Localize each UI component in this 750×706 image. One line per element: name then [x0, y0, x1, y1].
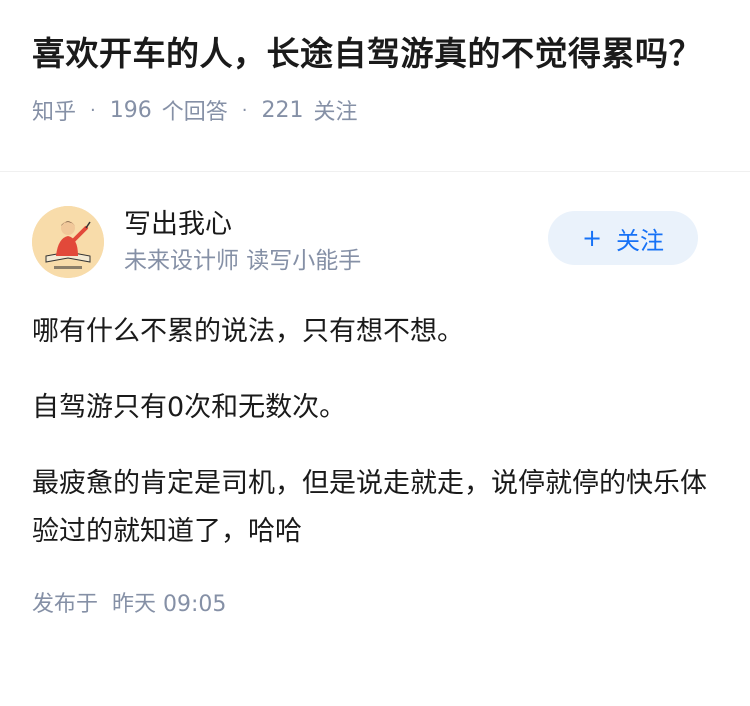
publish-timestamp: 昨天 09:05 [112, 592, 227, 617]
question-meta: 知乎 · 196 个回答 · 221 关注 [32, 94, 718, 126]
author-info: 写出我心 未来设计师 读写小能手 [124, 207, 548, 277]
author-name[interactable]: 写出我心 [124, 207, 548, 243]
answer-count-label: 个回答 [161, 100, 228, 125]
question-header: 喜欢开车的人，长途自驾游真的不觉得累吗？ 知乎 · 196 个回答 · 221 … [0, 0, 750, 172]
author-row: 写出我心 未来设计师 读写小能手 + 关注 [32, 206, 718, 278]
follow-button-label: 关注 [616, 226, 665, 255]
answer-count: 196 [109, 97, 152, 123]
question-title[interactable]: 喜欢开车的人，长途自驾游真的不觉得累吗？ [32, 28, 718, 80]
answer-paragraph: 自驾游只有0次和无数次。 [32, 392, 347, 423]
follow-button[interactable]: + 关注 [548, 211, 698, 265]
follow-count-label: 关注 [313, 100, 358, 125]
author-avatar-illustration-icon [32, 206, 104, 278]
answer-card: 写出我心 未来设计师 读写小能手 + 关注 哪有什么不累的说法，只有想不想。 自… [0, 172, 750, 618]
follow-count: 221 [261, 97, 304, 123]
meta-separator: · [241, 99, 248, 121]
publish-label: 发布于 [32, 592, 99, 617]
avatar[interactable] [32, 206, 104, 278]
author-bio: 未来设计师 读写小能手 [124, 248, 362, 274]
meta-separator: · [90, 99, 96, 121]
answer-paragraph: 最疲惫的肯定是司机，但是说走就走，说停就停的快乐体验过的就知道了，哈哈 [32, 468, 707, 547]
source-label[interactable]: 知乎 [32, 94, 76, 126]
answer-body: 哪有什么不累的说法，只有想不想。 自驾游只有0次和无数次。 最疲惫的肯定是司机，… [32, 308, 718, 556]
answer-paragraph: 哪有什么不累的说法，只有想不想。 [32, 316, 464, 347]
plus-icon: + [581, 224, 603, 252]
publish-time: 发布于 昨天 09:05 [32, 586, 718, 618]
